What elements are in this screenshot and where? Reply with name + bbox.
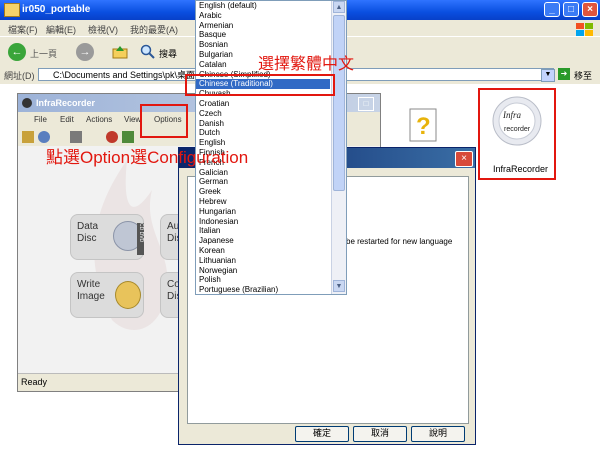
infrarecorder-logo-icon: Infra recorder bbox=[492, 96, 542, 146]
minimize-button[interactable]: _ bbox=[544, 2, 560, 17]
ir-menu-actions[interactable]: Actions bbox=[86, 115, 112, 124]
data-disc-button[interactable]: Data Disc CD DVD bbox=[70, 214, 144, 260]
infrarecorder-file-icon[interactable]: Infra recorder bbox=[492, 94, 542, 152]
write-image-label: Write Image bbox=[77, 279, 105, 302]
settings-icon[interactable] bbox=[70, 131, 82, 143]
menu-view[interactable]: 檢視(V) bbox=[88, 23, 118, 36]
new-project-icon[interactable] bbox=[22, 131, 34, 143]
infrarecorder-file-label[interactable]: InfraRecorder bbox=[493, 164, 548, 174]
close-button[interactable]: × bbox=[582, 2, 598, 17]
options-menu-highlight bbox=[140, 104, 188, 138]
language-option[interactable]: English (default) bbox=[196, 1, 330, 11]
infrarecorder-title: InfraRecorder bbox=[36, 98, 96, 108]
address-dropdown-icon[interactable]: ▼ bbox=[541, 69, 555, 82]
menu-file[interactable]: 檔案(F) bbox=[8, 23, 38, 36]
language-option[interactable]: Japanese bbox=[196, 236, 330, 246]
language-option[interactable]: Norwegian bbox=[196, 266, 330, 276]
back-arrow-icon[interactable]: ← bbox=[8, 43, 26, 61]
ok-button[interactable]: 確定 bbox=[295, 426, 349, 442]
windows-logo-icon bbox=[576, 23, 593, 36]
language-option[interactable]: Lithuanian bbox=[196, 256, 330, 266]
forward-arrow-icon[interactable]: → bbox=[76, 43, 94, 61]
language-option[interactable]: Danish bbox=[196, 119, 330, 129]
language-option[interactable]: Croatian bbox=[196, 99, 330, 109]
data-disc-badge: CD DVD bbox=[137, 223, 144, 255]
menu-edit[interactable]: 編輯(E) bbox=[46, 23, 76, 36]
write-image-button[interactable]: Write Image bbox=[70, 272, 144, 318]
help-button[interactable]: 說明 bbox=[411, 426, 465, 442]
go-button[interactable]: ➜ 移至 bbox=[558, 68, 598, 82]
language-option[interactable]: Galician bbox=[196, 168, 330, 178]
folder-icon bbox=[4, 3, 20, 17]
status-text: Ready bbox=[21, 377, 48, 387]
language-option[interactable]: Basque bbox=[196, 30, 330, 40]
language-option[interactable]: Hebrew bbox=[196, 197, 330, 207]
ir-menu-view[interactable]: View bbox=[124, 115, 141, 124]
language-option[interactable]: Hungarian bbox=[196, 207, 330, 217]
language-option[interactable]: Armenian bbox=[196, 21, 330, 31]
cancel-button[interactable]: 取消 bbox=[353, 426, 407, 442]
language-option[interactable]: Italian bbox=[196, 226, 330, 236]
restore-button[interactable]: □ bbox=[358, 97, 374, 111]
language-option[interactable]: German bbox=[196, 177, 330, 187]
language-option[interactable]: Dutch bbox=[196, 128, 330, 138]
language-option[interactable]: Portuguese (Brazilian) bbox=[196, 285, 330, 294]
ir-menu-file[interactable]: File bbox=[34, 115, 47, 124]
address-label: 網址(D) bbox=[4, 71, 35, 81]
data-disc-label: Data Disc bbox=[77, 221, 99, 244]
explorer-title: ir050_portable bbox=[22, 4, 91, 15]
dialog-close-button[interactable]: × bbox=[455, 151, 473, 167]
search-label[interactable]: 搜尋 bbox=[159, 47, 177, 60]
write-image-icon bbox=[115, 281, 141, 309]
language-option[interactable]: Bosnian bbox=[196, 40, 330, 50]
scroll-thumb[interactable] bbox=[333, 15, 345, 191]
restart-note: be restarted for new language bbox=[346, 237, 453, 246]
disc-icon[interactable] bbox=[38, 131, 50, 143]
language-option[interactable]: Arabic bbox=[196, 11, 330, 21]
language-option[interactable]: Greek bbox=[196, 187, 330, 197]
menu-favorites[interactable]: 我的最愛(A) bbox=[130, 23, 178, 36]
search-icon[interactable] bbox=[140, 44, 156, 60]
help-label: 說明 bbox=[428, 428, 447, 438]
maximize-button[interactable]: □ bbox=[563, 2, 579, 17]
language-option[interactable]: Polish bbox=[196, 275, 330, 285]
language-option[interactable]: Czech bbox=[196, 109, 330, 119]
annotation-select-traditional: 選擇繁體中文 bbox=[258, 56, 355, 73]
folder-up-icon[interactable] bbox=[112, 44, 128, 60]
ir-menu-edit[interactable]: Edit bbox=[60, 115, 74, 124]
infrarecorder-app-icon bbox=[22, 98, 32, 108]
annotation-select-option: 點選Option選Configuration bbox=[46, 148, 249, 167]
language-option[interactable]: Indonesian bbox=[196, 217, 330, 227]
go-label: 移至 bbox=[574, 71, 593, 81]
burn-icon[interactable] bbox=[106, 131, 118, 143]
go-arrow-icon: ➜ bbox=[558, 68, 570, 80]
language-scrollbar[interactable]: ▲ ▼ bbox=[331, 1, 346, 294]
language-option[interactable]: Korean bbox=[196, 246, 330, 256]
traditional-chinese-highlight bbox=[185, 74, 335, 96]
help-document-icon[interactable]: ? bbox=[406, 106, 442, 146]
back-label[interactable]: 上一頁 bbox=[30, 47, 57, 60]
ok-label: 確定 bbox=[312, 428, 331, 438]
scroll-up-icon[interactable]: ▲ bbox=[333, 1, 345, 13]
copy-icon[interactable] bbox=[122, 131, 134, 143]
scroll-down-icon[interactable]: ▼ bbox=[333, 280, 345, 292]
svg-text:?: ? bbox=[416, 113, 431, 140]
svg-text:recorder: recorder bbox=[504, 126, 531, 133]
svg-text:Infra: Infra bbox=[502, 110, 522, 120]
cancel-label: 取消 bbox=[370, 428, 389, 438]
